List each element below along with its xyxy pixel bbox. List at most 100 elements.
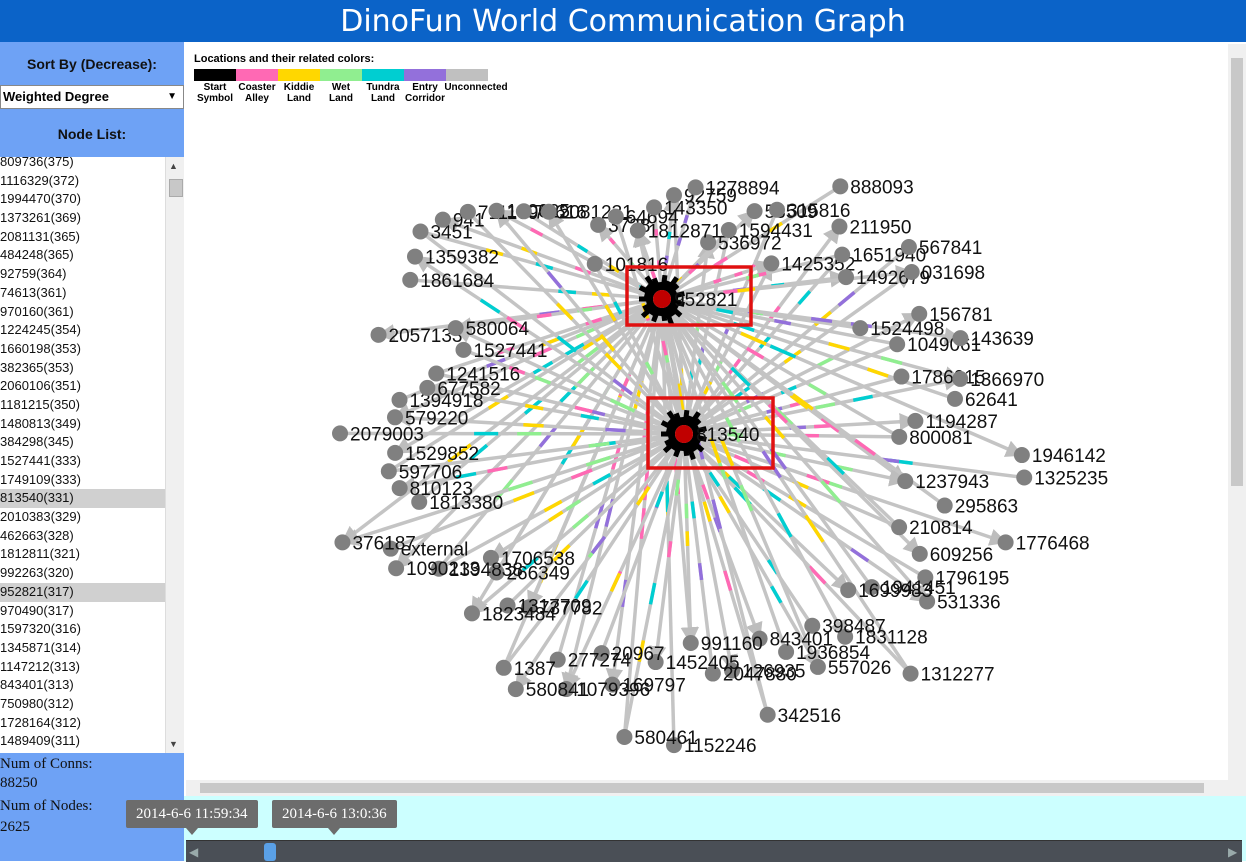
graph-node[interactable]: 62641 [947,390,1018,411]
edge-location-segment [540,428,556,447]
timeline-right-arrow-icon[interactable]: ▶ [1228,845,1237,859]
graph-node[interactable]: 1387 [496,659,556,680]
edge-location-segment [548,272,561,288]
node-list-item[interactable]: 74613(361) [0,284,166,303]
graph-node-label: 991160 [701,634,763,655]
graph-node[interactable]: 342516 [760,706,841,727]
node-list-item[interactable]: 1147212(313) [0,658,166,677]
node-list-item[interactable]: 843401(313) [0,676,166,695]
graph-node[interactable]: 1776468 [998,533,1090,554]
graph-node[interactable]: 1325235 [1016,469,1108,490]
horizontal-scroll-thumb[interactable] [200,783,1204,793]
node-list-item[interactable]: 1480813(349) [0,415,166,434]
graph-vertical-scrollbar[interactable] [1228,44,1246,796]
graph-node[interactable]: 1699983 [840,581,932,602]
graph-node-label: 888093 [850,177,913,198]
node-list-item[interactable]: 384298(345) [0,433,166,452]
graph-node-label: 1527441 [474,341,548,362]
graph-node[interactable]: 609256 [912,545,993,566]
scroll-up-icon[interactable]: ▲ [169,161,178,171]
graph-node[interactable]: 800081 [891,428,972,449]
node-list-item[interactable]: 1728164(312) [0,714,166,733]
node-list-item[interactable]: 484248(365) [0,246,166,265]
graph-node[interactable]: 1359382 [407,248,499,269]
graph-node-label: 1325235 [1034,469,1108,490]
graph-node-label: 1241516 [446,364,520,385]
graph-node[interactable]: 580461 [616,728,697,749]
graph-node[interactable]: 888093 [832,177,913,198]
node-list-item[interactable]: 952821(317) [0,583,166,602]
node-list-item[interactable]: 1224245(354) [0,321,166,340]
sort-label: Sort By (Decrease): [0,56,184,72]
node-list-item[interactable]: 970490(317) [0,602,166,621]
graph-node-label: 295863 [955,497,1018,518]
graph-node[interactable]: 843401 [752,630,833,651]
scroll-down-icon[interactable]: ▼ [169,739,178,749]
graph-node-circle [947,391,963,407]
graph-horizontal-scrollbar[interactable] [186,780,1228,796]
node-list-item[interactable]: 92759(364) [0,265,166,284]
graph-node-label: 1452405 [666,653,740,674]
node-list-scrollbar[interactable]: ▲ ▼ [165,157,184,753]
edge-location-segment [487,468,507,472]
edge-location-segment [839,292,855,305]
node-list-item[interactable]: 1527441(333) [0,452,166,471]
graph-node-circle [897,473,913,489]
node-list-item[interactable]: 2010383(329) [0,508,166,527]
node-list-item[interactable]: 813540(331) [0,489,166,508]
node-list-item[interactable]: 992263(320) [0,564,166,583]
graph-node[interactable]: 211950 [831,218,911,239]
node-list-item[interactable]: 1373261(369) [0,209,166,228]
node-list-item[interactable]: 750980(312) [0,695,166,714]
node-list-item[interactable]: 1597320(316) [0,620,166,639]
graph-node[interactable]: 1237943 [897,472,989,493]
graph-node-circle [381,463,397,479]
node-list-item[interactable]: 462663(328) [0,527,166,546]
graph-node[interactable]: 277274 [550,651,632,672]
node-list-item[interactable]: 382365(353) [0,359,166,378]
graph-node[interactable]: 1312277 [903,665,995,686]
graph-node-circle [646,199,662,215]
node-list-item[interactable]: 1812811(321) [0,545,166,564]
node-list-item[interactable]: 1489409(311) [0,732,166,751]
graph-node-circle [769,202,785,218]
node-list-item[interactable]: 2081131(365) [0,228,166,247]
graph-node[interactable]: 991160 [683,634,763,655]
timeline-slider-handle[interactable] [264,843,276,861]
timeline-left-arrow-icon[interactable]: ◀ [189,845,198,859]
graph-node-circle [683,635,699,651]
graph-node-circle [831,219,847,235]
graph-node[interactable]: 1527441 [456,341,548,362]
node-list-item[interactable]: 1181215(350) [0,396,166,415]
node-list-item[interactable]: 2060106(351) [0,377,166,396]
node-list[interactable]: 809736(375)1116329(372)1994470(370)13732… [0,157,184,753]
graph-node-label: 1366970 [970,370,1044,391]
node-list-item[interactable]: 1749109(333) [0,471,166,490]
graph-node[interactable]: 1861684 [402,271,494,292]
graph-node-circle [412,223,428,239]
graph-canvas[interactable]: Locations and their related colors: Star… [186,44,1230,780]
edge-location-segment [581,415,599,418]
graph-node[interactable]: 597706 [381,462,462,483]
graph-node-label: 031698 [922,263,985,284]
graph-node[interactable]: 295863 [937,497,1018,518]
node-list-item[interactable]: 1994470(370) [0,190,166,209]
graph-node-circle [630,222,646,238]
graph-node[interactable]: 376187 [334,533,415,554]
graph-node-label: 1594431 [739,221,813,242]
scroll-thumb[interactable] [169,179,183,197]
graph-node-circle [952,371,968,387]
graph-node[interactable]: 1946142 [1014,446,1106,467]
node-list-item[interactable]: 1660198(353) [0,340,166,359]
edge-location-segment [692,502,694,519]
sort-select[interactable]: Weighted Degree ▼ [0,85,184,109]
node-list-item[interactable]: 970160(361) [0,303,166,322]
node-list-item[interactable]: 1345871(314) [0,639,166,658]
graph-node[interactable]: 580841 [508,680,589,701]
graph-node-label: 1312277 [921,665,995,686]
vertical-scroll-thumb[interactable] [1231,58,1243,486]
node-list-item[interactable]: 1116329(372) [0,172,166,191]
graph-svg[interactable]: 9275912788945369721594431535093158161425… [186,44,1230,780]
node-list-item[interactable]: 809736(375) [0,157,166,172]
timeline-slider-track[interactable] [186,840,1242,862]
